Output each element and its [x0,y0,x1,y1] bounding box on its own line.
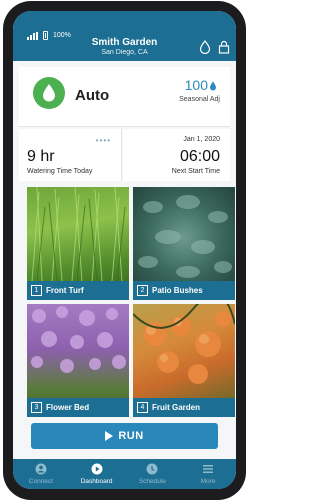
next-start-label: Next Start Time [171,168,220,175]
run-label: RUN [118,430,144,442]
seasonal-adjust-value[interactable]: 100 [185,77,208,93]
next-start-date: Jan 1, 2020 [183,136,220,143]
zone-2-photo [138,195,232,278]
nav-item-schedule[interactable]: Schedule [125,459,181,489]
mode-label: Auto [75,87,110,104]
nav-item-dashboard[interactable]: Dashboard [69,459,125,489]
zone-label-bar: 3 Flower Bed [27,398,129,417]
zone-number: 2 [137,285,148,296]
zone-number: 1 [31,285,42,296]
zone-1-photo [31,187,126,281]
zone-3-photo [31,306,126,373]
app-screen: 100% Smith Garden San Diego, CA Auto 100 [13,11,236,489]
water-drop-icon[interactable] [198,40,212,54]
zone-label-bar: 2 Patio Bushes [133,281,235,300]
nav-label: Schedule [138,478,166,485]
nav-item-connect[interactable]: Connect [13,459,69,489]
connect-icon [35,463,47,475]
next-start-time: 06:00 [179,148,220,165]
bottom-nav: Connect Dashboard Schedule More [13,459,236,489]
run-button[interactable]: RUN [31,423,218,449]
nav-label: Dashboard [80,478,113,485]
nav-label: Connect [28,478,53,485]
zone-label-bar: 4 Fruit Garden [133,398,235,417]
auto-mode-badge [33,77,65,109]
play-icon [105,431,114,441]
auto-mode-card[interactable]: Auto 100 Seasonal Adj [19,67,230,127]
watering-time-value: 9 hr [27,148,55,165]
zone-tile-2[interactable]: 2 Patio Bushes [133,187,235,300]
zone-number: 3 [31,402,42,413]
zone-number: 4 [137,402,148,413]
dashboard-icon [91,463,103,475]
next-start-card: Jan 1, 2020 06:00 Next Start Time [123,129,230,181]
zone-name: Front Turf [46,286,84,295]
seasonal-adjust-label: Seasonal Adj [179,96,220,103]
water-drop-icon [210,81,216,91]
zone-tile-4[interactable]: 4 Fruit Garden [133,304,235,417]
phone-frame: 100% Smith Garden San Diego, CA Auto 100 [3,1,246,500]
zone-tile-3[interactable]: 3 Flower Bed [27,304,129,417]
watering-time-card: •••• 9 hr Watering Time Today [19,129,122,181]
water-drop-icon [43,84,55,102]
zone-label-bar: 1 Front Turf [27,281,129,300]
watering-time-label: Watering Time Today [27,168,93,175]
zone-name: Patio Bushes [152,286,203,295]
nav-item-more[interactable]: More [180,459,236,489]
nav-label: More [200,478,216,485]
zone-name: Fruit Garden [152,403,201,412]
lock-icon[interactable] [217,40,231,54]
app-header: 100% Smith Garden San Diego, CA [13,11,236,61]
more-dots-icon[interactable]: •••• [96,136,111,145]
zone-tile-1[interactable]: 1 Front Turf [27,187,129,300]
menu-icon [203,465,214,473]
zone-4-photo [133,304,235,384]
zone-name: Flower Bed [46,403,90,412]
clock-icon [146,463,158,475]
